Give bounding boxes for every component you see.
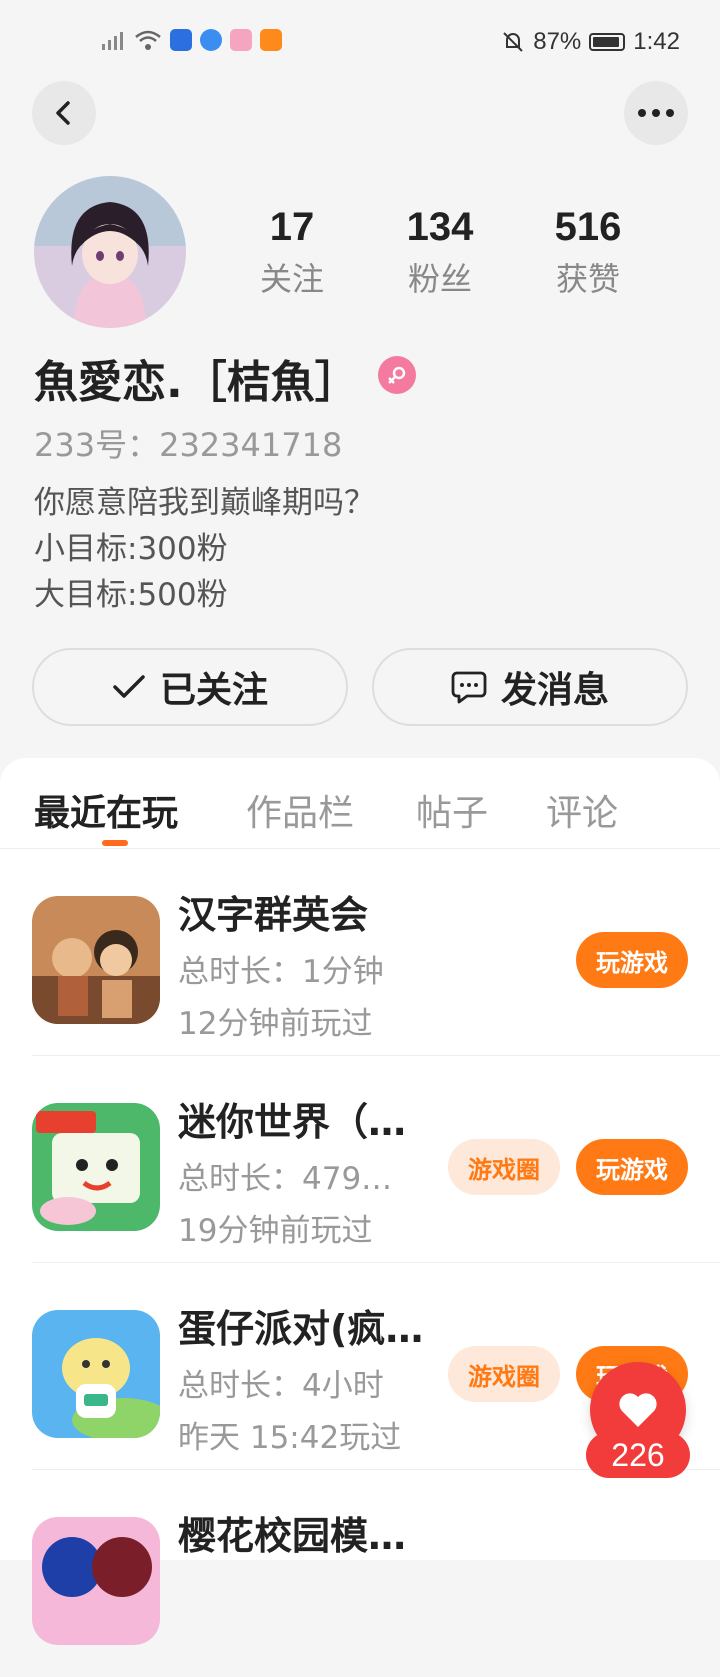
bio-line: 你愿意陪我到巅峰期吗？	[34, 485, 375, 521]
game-icon	[32, 1310, 160, 1438]
game-item[interactable]: 汉字群英会 总时长：1分钟 12分钟前玩过 玩游戏	[0, 850, 720, 1056]
tab-recent-playing[interactable]: 最近在玩	[34, 784, 178, 836]
game-icon	[32, 1517, 160, 1645]
game-circle-button[interactable]: 游戏圈	[448, 1139, 560, 1195]
followed-label: 已关注	[159, 670, 268, 711]
stat-followers[interactable]: 134 粉丝	[370, 205, 510, 300]
game-icon	[32, 896, 160, 1024]
like-count-badge: 226	[586, 1432, 690, 1478]
wifi-icon	[135, 30, 161, 50]
user-bio: 你愿意陪我到巅峰期吗？ 小目标:300粉 大目标:500粉	[34, 480, 375, 618]
game-icon	[32, 1103, 160, 1231]
more-dots-icon	[638, 109, 674, 117]
play-game-button[interactable]: 玩游戏	[576, 1139, 688, 1195]
game-last-played: 12分钟前玩过	[178, 1006, 373, 1042]
back-button[interactable]	[32, 81, 96, 145]
status-left-icons	[100, 28, 282, 52]
tab-works[interactable]: 作品栏	[246, 784, 354, 836]
avatar-image	[34, 176, 186, 328]
female-icon	[378, 356, 416, 394]
divider	[32, 1262, 720, 1263]
game-circle-button[interactable]: 游戏圈	[448, 1346, 560, 1402]
game-title: 迷你世界（…	[178, 1100, 407, 1144]
game-duration: 总时长：479…	[178, 1161, 393, 1197]
tab-indicator	[102, 840, 128, 846]
tab-comments[interactable]: 评论	[546, 784, 618, 836]
tab-posts[interactable]: 帖子	[416, 784, 488, 836]
status-bar: 87% 1:42	[0, 0, 720, 84]
user-id: 233号：232341718	[34, 426, 343, 464]
following-label: 关注	[259, 260, 324, 298]
play-game-button[interactable]: 玩游戏	[576, 932, 688, 988]
game-last-played: 昨天 15:42玩过	[178, 1420, 402, 1456]
game-duration: 总时长：4小时	[178, 1368, 384, 1404]
clock: 1:42	[633, 28, 680, 55]
game-title: 蛋仔派对(疯…	[178, 1307, 424, 1351]
divider	[32, 1055, 720, 1056]
avatar[interactable]	[34, 176, 186, 328]
stat-following[interactable]: 17 关注	[222, 205, 362, 300]
game-title: 樱花校园模…	[178, 1514, 407, 1558]
check-icon	[113, 675, 145, 698]
likes-label: 获赞	[555, 260, 620, 298]
chat-bubble-icon	[451, 671, 487, 704]
battery-percent: 87%	[533, 28, 582, 55]
followers-label: 粉丝	[407, 260, 472, 298]
game-duration: 总时长：1分钟	[178, 954, 384, 990]
app-notification-icon	[170, 29, 192, 51]
user-name: 魚愛恋.［桔魚］	[34, 357, 359, 408]
game-title: 汉字群英会	[178, 893, 369, 937]
battery-icon	[589, 33, 626, 51]
heart-icon	[619, 1393, 657, 1427]
app-notification-icon	[230, 29, 252, 51]
app-notification-icon	[260, 29, 282, 51]
followed-button[interactable]: 已关注	[32, 648, 348, 726]
message-button[interactable]: 发消息	[372, 648, 688, 726]
game-last-played: 19分钟前玩过	[178, 1213, 373, 1249]
chevron-left-icon	[56, 101, 70, 125]
more-button[interactable]	[624, 81, 688, 145]
message-label: 发消息	[500, 670, 609, 711]
bio-line: 大目标:500粉	[34, 577, 228, 613]
game-item[interactable]: 迷你世界（… 总时长：479… 19分钟前玩过 游戏圈 玩游戏	[0, 1057, 720, 1263]
tab-bar: 最近在玩 作品栏 帖子 评论	[0, 758, 720, 849]
followers-count: 134	[406, 205, 474, 249]
stat-likes[interactable]: 516 获赞	[518, 205, 658, 300]
following-count: 17	[269, 205, 315, 249]
bio-line: 小目标:300粉	[34, 531, 228, 567]
mute-bell-icon	[503, 32, 523, 52]
game-item[interactable]: 樱花校园模…	[0, 1471, 720, 1677]
app-notification-icon	[200, 29, 222, 51]
signal-icon	[102, 32, 123, 50]
likes-count: 516	[554, 205, 622, 249]
status-right: 87% 1:42	[501, 28, 680, 56]
